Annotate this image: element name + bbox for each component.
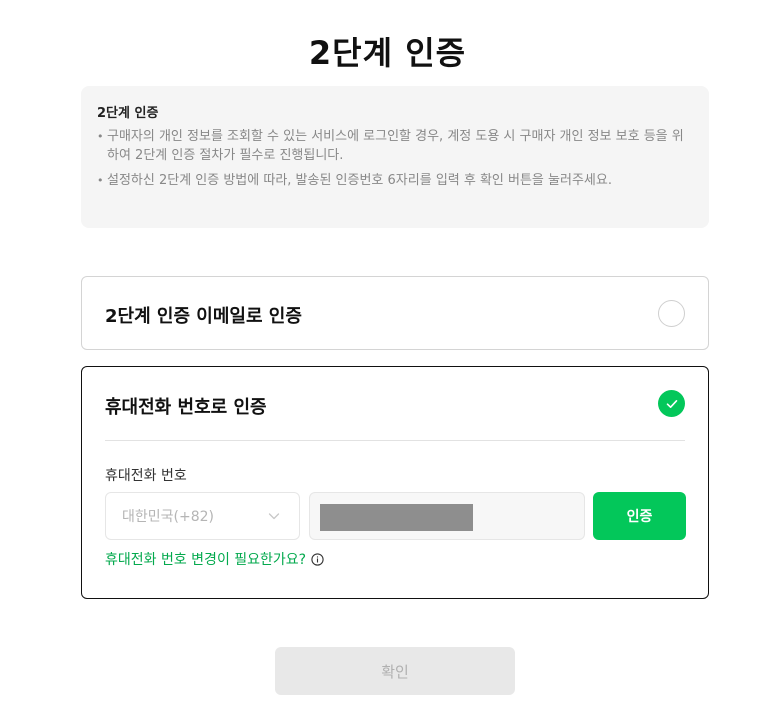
phone-field-label: 휴대전화 번호 (105, 468, 187, 484)
chevron-down-icon (268, 513, 280, 520)
email-auth-option[interactable]: 2단계 인증 이메일로 인증 (81, 276, 709, 350)
phone-radio[interactable] (658, 390, 685, 417)
page-title: 2단계 인증 (308, 34, 467, 72)
divider (105, 440, 685, 441)
notice-item: 설정하신 2단계 인증 방법에 따라, 발송된 인증번호 6자리를 입력 후 확… (97, 171, 687, 190)
verify-button[interactable]: 인증 (593, 492, 686, 540)
notice-box: 2단계 인증 구매자의 개인 정보를 조회할 수 있는 서비스에 로그인할 경우… (81, 86, 709, 228)
email-auth-label: 2단계 인증 이메일로 인증 (105, 306, 302, 327)
confirm-button[interactable]: 확인 (275, 647, 515, 695)
notice-item: 구매자의 개인 정보를 조회할 수 있는 서비스에 로그인할 경우, 계정 도용… (97, 127, 687, 165)
country-code-value: 대한민국(+82) (122, 509, 214, 525)
check-icon (666, 399, 677, 408)
info-icon[interactable] (311, 552, 324, 566)
masked-phone-value (320, 504, 473, 531)
email-radio[interactable] (658, 300, 685, 327)
phone-number-input[interactable] (309, 492, 585, 540)
phone-auth-label: 휴대전화 번호로 인증 (105, 397, 267, 418)
change-phone-link-text: 휴대전화 번호 변경이 필요한가요? (105, 552, 307, 568)
notice-title: 2단계 인증 (97, 106, 159, 121)
country-code-select[interactable]: 대한민국(+82) (105, 492, 300, 540)
change-phone-link[interactable]: 휴대전화 번호 변경이 필요한가요? (105, 549, 324, 569)
phone-auth-option[interactable]: 휴대전화 번호로 인증 휴대전화 번호 대한민국(+82) 인증 휴대전화 번호… (81, 366, 709, 599)
